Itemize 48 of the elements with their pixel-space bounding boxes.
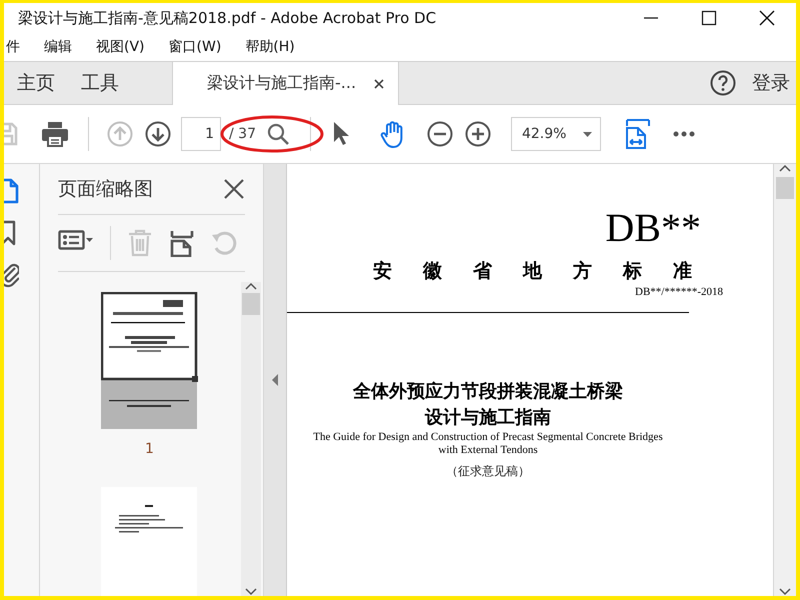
page-count: / 37 [229, 126, 256, 142]
more-icon[interactable] [672, 130, 695, 138]
menu-item[interactable]: 件 [6, 38, 20, 56]
menu-item[interactable]: 窗口(W) [168, 38, 222, 56]
zoom-in-icon[interactable] [464, 121, 491, 147]
scroll-down-icon[interactable] [779, 588, 791, 596]
tab[interactable]: 梁设计与施工指南-... [172, 62, 400, 105]
panel-title: 页面缩略图 [58, 177, 153, 202]
menu-item[interactable]: 帮助(H) [245, 38, 295, 56]
scroll-up-icon[interactable] [245, 282, 257, 290]
help-icon[interactable] [710, 70, 736, 96]
collapse-arrow-icon[interactable] [272, 374, 278, 386]
next-page-icon[interactable] [145, 121, 171, 147]
scrollbar-thumb[interactable] [242, 293, 260, 315]
english-title: The Guide for Design and Construction of Precast Segmental Concrete Bridges [313, 431, 663, 444]
document-title: 设计与施工指南 [425, 406, 551, 430]
issuer-heading: 安徽省地方标准 [373, 259, 723, 284]
close-icon[interactable] [223, 178, 245, 200]
caret-icon [582, 132, 592, 136]
close-button[interactable] [758, 10, 776, 26]
close-icon[interactable] [374, 78, 384, 88]
attachments-icon[interactable] [4, 262, 19, 288]
english-title: with External Tendons [438, 444, 538, 457]
zoom-dropdown[interactable]: 42.9% [510, 117, 601, 151]
document-number: DB**/******-2018 [635, 286, 723, 298]
standard-code: DB** [605, 208, 701, 248]
scrollbar-thumb[interactable] [776, 177, 794, 199]
maximize-button[interactable] [700, 10, 718, 26]
zoom-out-icon[interactable] [426, 121, 453, 147]
print-icon[interactable] [40, 120, 70, 148]
pages-icon[interactable] [4, 178, 19, 204]
scroll-down-icon[interactable] [245, 588, 257, 596]
menu-item[interactable]: 视图(V) [96, 38, 145, 56]
hand-icon[interactable] [378, 120, 405, 148]
tab[interactable]: 主页 [4, 62, 68, 104]
scroll-up-icon[interactable] [779, 164, 791, 172]
page-label: 1 [145, 441, 154, 457]
window-title: 梁设计与施工指南-意见稿2018.pdf - Adobe Acrobat Pro DC [18, 8, 438, 28]
menu-item[interactable]: 编辑 [44, 38, 72, 56]
draft-status: （征求意见稿） [446, 463, 530, 480]
fit-page-icon[interactable] [624, 118, 651, 150]
page-thumbnail[interactable] [101, 487, 198, 596]
page-number-field[interactable]: 1 [181, 117, 221, 151]
tab[interactable]: 工具 [68, 62, 132, 104]
page-thumbnail[interactable] [101, 292, 198, 429]
sign-in-link[interactable]: 登录 [752, 62, 796, 104]
page-extract-icon[interactable] [169, 229, 195, 257]
document-title: 全体外预应力节段拼装混凝土桥梁 [353, 380, 623, 404]
